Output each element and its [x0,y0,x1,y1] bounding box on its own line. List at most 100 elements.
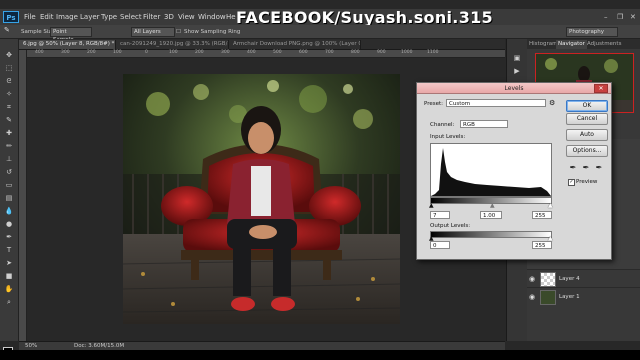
ruler-tick: 300 [221,50,230,55]
menu-filter[interactable]: Filter [143,13,160,21]
gradient-tool-icon[interactable]: ▤ [4,194,14,202]
brush-tool-icon[interactable]: ✏ [4,142,14,150]
sample-size-select[interactable]: Point Sample [50,27,92,43]
sampling-ring-label: Show Sampling Ring [184,29,241,35]
ruler-tick: 800 [351,50,360,55]
tab-armchair-png[interactable]: Armchair Download PNG.png @ 100% (Layer … [229,40,361,49]
menu-select[interactable]: Select [120,13,142,21]
tab-can-jpg[interactable]: can-2091249_1920.jpg @ 33.3% (RGB/8#) * [116,40,229,49]
channel-label: Channel: [430,122,455,128]
menu-3d[interactable]: 3D [164,13,174,21]
move-tool-icon[interactable]: ✥ [4,51,14,59]
healing-brush-icon[interactable]: ✚ [4,129,14,137]
zoom-level[interactable]: 50% [25,343,37,349]
close-window-icon[interactable]: ✕ [630,13,636,21]
histogram-svg [431,148,551,196]
ruler-tick: 600 [299,50,308,55]
preset-label: Preset: [424,101,444,107]
photoshop-window: Ps File Edit Image Layer Type Select Fil… [0,0,640,360]
ok-button[interactable]: OK [566,100,608,112]
composite-photo [123,74,400,324]
ruler-tick: 200 [195,50,204,55]
histogram-graph [430,143,552,197]
sampling-ring-checkbox[interactable]: ☐ [176,29,181,35]
layer-row-layer1[interactable]: ◉ Layer 1 [527,287,640,306]
marquee-tool-icon[interactable]: ⬚ [4,64,14,72]
menu-layer[interactable]: Layer [80,13,100,21]
layer-row-layer4[interactable]: ◉ Layer 4 [527,269,640,288]
lasso-tool-icon[interactable]: ᘓ [4,77,14,85]
menu-view[interactable]: View [178,13,195,21]
input-levels-label: Input Levels: [430,134,466,140]
crop-tool-icon[interactable]: ⌗ [4,103,14,111]
auto-button[interactable]: Auto [566,129,608,141]
output-black-field[interactable]: 0 [430,241,450,249]
path-select-icon[interactable]: ➤ [4,259,14,267]
menu-image[interactable]: Image [56,13,78,21]
sample-layers-select[interactable]: All Layers [131,27,175,37]
ruler-tick: 300 [61,50,70,55]
eyedropper-icon[interactable]: ✎ [4,116,14,124]
menu-file[interactable]: File [24,13,36,21]
vertical-ruler [19,50,27,341]
channel-select[interactable]: RGB [460,120,508,128]
levels-title: Levels [504,85,524,92]
document-image[interactable] [123,74,400,324]
quick-select-tool-icon[interactable]: ✧ [4,90,14,98]
ruler-tick: 200 [87,50,96,55]
zoom-tool-icon[interactable]: ⌕ [4,298,14,306]
blur-tool-icon[interactable]: 💧 [4,207,14,215]
history-brush-icon[interactable]: ↺ [4,168,14,176]
menu-type[interactable]: Type [101,13,117,21]
tab-histogram[interactable]: Histogram [527,40,560,49]
output-levels-label: Output Levels: [430,223,471,229]
black-point-slider[interactable]: ▲ [429,202,434,209]
cancel-button[interactable]: Cancel [566,113,608,125]
history-panel-icon[interactable]: ▣ [512,54,522,62]
preview-checkbox[interactable]: ✓ [568,179,575,186]
type-tool-icon[interactable]: T [4,246,14,254]
menu-window[interactable]: Window [198,13,226,21]
ruler-tick: 700 [325,50,334,55]
preset-options-icon[interactable]: ⚙ [549,99,555,107]
options-button[interactable]: Options... [566,145,608,157]
workspace-select[interactable]: Photography [566,27,618,37]
layer-name: Layer 4 [559,276,580,282]
levels-titlebar[interactable]: Levels ✕ [417,83,611,94]
input-white-field[interactable]: 255 [532,211,552,219]
output-white-field[interactable]: 255 [532,241,552,249]
output-gradient-bar [430,231,552,238]
restore-icon[interactable]: ❐ [617,13,623,21]
menu-help[interactable]: He [226,13,236,21]
tools-panel: ✥ ⬚ ᘓ ✧ ⌗ ✎ ✚ ✏ ⊥ ↺ ▭ ▤ 💧 ● ✒ T ➤ ■ ✋ ⌕ [0,39,19,360]
preview-label: Preview [576,179,598,185]
dodge-tool-icon[interactable]: ● [4,220,14,228]
tab-navigator[interactable]: Navigator [556,40,587,49]
pen-tool-icon[interactable]: ✒ [4,233,14,241]
input-gamma-field[interactable]: 1.00 [480,211,502,219]
tab-6-jpg[interactable]: 6.jpg @ 50% (Layer 8, RGB/8#) * [19,40,116,49]
right-panel-tabs: Histogram Navigator Adjustments [527,39,640,49]
menu-edit[interactable]: Edit [40,13,54,21]
hand-tool-icon[interactable]: ✋ [4,285,14,293]
layer-thumbnail [540,272,556,287]
input-black-field[interactable]: 7 [430,211,450,219]
preset-select[interactable]: Custom [446,99,546,107]
gamma-slider[interactable]: ▲ [490,202,495,209]
visibility-eye-icon[interactable]: ◉ [529,275,538,283]
close-icon[interactable]: ✕ [594,84,608,93]
minimize-icon[interactable]: – [604,13,608,21]
white-eyedropper-icon[interactable]: ✒ [594,163,604,173]
eraser-tool-icon[interactable]: ▭ [4,181,14,189]
actions-panel-icon[interactable]: ▶ [512,67,522,75]
ruler-tick: 0 [145,50,148,55]
shape-tool-icon[interactable]: ■ [4,272,14,280]
clone-stamp-icon[interactable]: ⊥ [4,155,14,163]
tab-adjustments[interactable]: Adjustments [585,40,623,49]
gray-eyedropper-icon[interactable]: ✒ [581,163,591,173]
black-eyedropper-icon[interactable]: ✒ [568,163,578,173]
white-point-slider[interactable]: ▲ [548,202,553,209]
ruler-tick: 100 [169,50,178,55]
visibility-eye-icon[interactable]: ◉ [529,293,538,301]
eyedropper-tool-icon[interactable]: ✎ [4,26,10,34]
